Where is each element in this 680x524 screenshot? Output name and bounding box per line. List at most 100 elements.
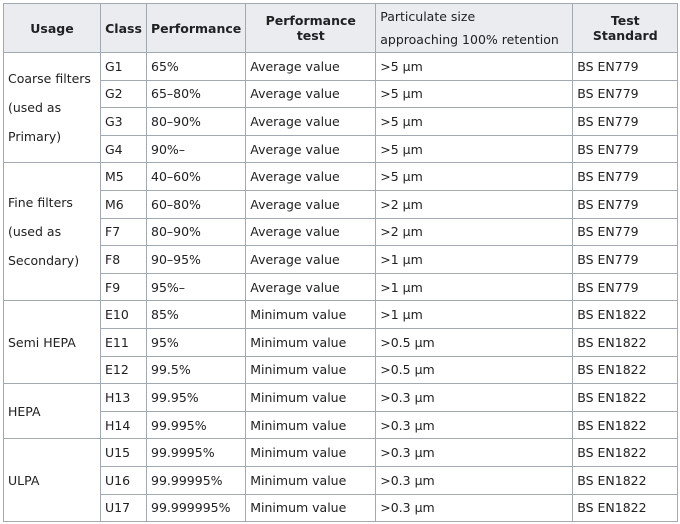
class-cell: M6 (100, 189, 147, 219)
performance-cell: 99.95% (145, 383, 247, 412)
performance-test-cell: Average value (245, 189, 377, 219)
test-standard-cell: BS EN1822 (572, 383, 679, 412)
test-standard-cell: BS EN1822 (572, 438, 679, 467)
table-row: ULPA U15 99.9995% Minimum value >0.3 μm BS EN… (3, 438, 679, 523)
usage-line: Secondary) (8, 253, 80, 269)
header-particulate-size: Particulate size approaching 100% retenti… (375, 3, 574, 53)
particulate-size-cell: >1 μm (375, 300, 574, 329)
test-standard-cell: BS EN1822 (572, 300, 679, 329)
class-cell: F8 (100, 245, 147, 274)
particulate-size-cell: >5 μm (375, 52, 574, 81)
performance-cell: 99.995% (145, 410, 247, 440)
performance-cell: 99.999995% (145, 493, 247, 523)
performance-test-cell: Average value (245, 245, 377, 274)
performance-cell: 99.99995% (145, 465, 247, 495)
performance-cell: 99.5% (145, 355, 247, 385)
usage-line: Semi HEPA (8, 334, 76, 350)
table-row: G2 65–80% Average value >5 μm BS EN779 (4, 79, 679, 109)
table-row: U17 99.999995% Minimum value >0.3 μm BS EN18… (4, 493, 679, 523)
usage-line: (used as (8, 100, 62, 116)
performance-test-cell: Minimum value (245, 300, 377, 329)
test-standard-cell: BS EN779 (572, 189, 679, 219)
table-row: E11 95% Minimum value >0.5 μm BS EN1822 (4, 327, 679, 357)
performance-cell: 95% (145, 327, 247, 357)
performance-cell: 90–95% (145, 245, 247, 274)
test-standard-cell: BS EN779 (572, 217, 679, 247)
usage-cell: Semi HEPA (3, 300, 101, 385)
performance-test-cell: Minimum value (245, 438, 377, 467)
performance-cell: 90%– (145, 134, 247, 164)
performance-test-cell: Minimum value (245, 410, 377, 440)
table-header-row: Usage Class Performance Performance test… (3, 3, 679, 53)
test-standard-cell: BS EN779 (572, 245, 679, 274)
table-row: Semi HEPA E10 85% Minimum value >1 μm BS EN18… (3, 300, 679, 385)
table-row: G4 90%– Average value >5 μm BS EN779 (4, 134, 679, 164)
class-cell: G4 (100, 134, 147, 164)
class-cell: H14 (100, 410, 147, 440)
test-standard-cell: BS EN779 (572, 162, 679, 191)
test-standard-cell: BS EN779 (572, 52, 679, 81)
particulate-size-cell: >1 μm (375, 272, 574, 302)
usage-cell: ULPA (3, 438, 101, 523)
test-standard-cell: BS EN779 (572, 79, 679, 109)
test-standard-cell: BS EN1822 (572, 327, 679, 357)
header-class: Class (100, 3, 147, 53)
particulate-size-cell: >0.3 μm (375, 438, 574, 467)
performance-test-cell: Average value (245, 79, 377, 109)
performance-test-cell: Minimum value (245, 327, 377, 357)
class-cell: G2 (100, 79, 147, 109)
test-standard-cell: BS EN1822 (572, 493, 679, 523)
usage-line: (used as (8, 224, 62, 240)
table-row: F9 95%– Average value >1 μm BS EN779 (4, 272, 679, 302)
performance-cell: 85% (145, 300, 247, 329)
test-standard-cell: BS EN1822 (572, 355, 679, 385)
particulate-size-cell: >1 μm (375, 245, 574, 274)
table-row: M6 60–80% Average value >2 μm BS EN779 (4, 189, 679, 219)
particulate-size-cell: >0.5 μm (375, 327, 574, 357)
usage-cell: Fine filters (used as Secondary) (3, 162, 101, 302)
particulate-size-cell: >0.3 μm (375, 383, 574, 412)
particulate-size-cell: >0.3 μm (375, 410, 574, 440)
class-cell: G1 (100, 52, 147, 81)
particulate-size-cell: >5 μm (375, 134, 574, 164)
table-row: Coarse filters (used as Primary) G1 65% Avera… (3, 51, 679, 164)
class-cell: G3 (100, 107, 147, 136)
performance-test-cell: Minimum value (245, 465, 377, 495)
table-row: E12 99.5% Minimum value >0.5 μm BS EN1822 (4, 355, 679, 385)
header-test-standard: Test Standard (572, 3, 679, 53)
usage-cell: HEPA (3, 383, 101, 440)
table-row: G3 80–90% Average value >5 μm BS EN779 (4, 107, 679, 136)
test-standard-cell: BS EN1822 (572, 465, 679, 495)
particulate-size-cell: >0.3 μm (375, 465, 574, 495)
usage-line: HEPA (8, 403, 41, 419)
particulate-size-cell: >5 μm (375, 79, 574, 109)
table-row: F8 90–95% Average value >1 μm BS EN779 (4, 245, 679, 274)
class-cell: U15 (100, 438, 147, 467)
header-usage: Usage (3, 3, 101, 53)
class-cell: H13 (100, 383, 147, 412)
performance-test-cell: Average value (245, 134, 377, 164)
particulate-size-cell: >0.5 μm (375, 355, 574, 385)
usage-line: Fine filters (8, 195, 73, 211)
class-cell: M5 (100, 162, 147, 191)
usage-line: Primary) (8, 129, 62, 145)
performance-cell: 80–90% (145, 217, 247, 247)
particulate-size-cell: >5 μm (375, 162, 574, 191)
usage-line: Coarse filters (8, 71, 91, 87)
class-cell: E12 (100, 355, 147, 385)
table-row: U16 99.99995% Minimum value >0.3 μm BS EN182… (4, 465, 679, 495)
table-row: F7 80–90% Average value >2 μm BS EN779 (4, 217, 679, 247)
performance-cell: 65–80% (145, 79, 247, 109)
usage-cell: Coarse filters (used as Primary) (3, 51, 101, 164)
performance-test-cell: Average value (245, 272, 377, 302)
performance-cell: 65% (145, 52, 247, 81)
particulate-size-cell: >5 μm (375, 107, 574, 136)
particulate-size-cell: >2 μm (375, 189, 574, 219)
performance-cell: 95%– (145, 272, 247, 302)
performance-test-cell: Average value (245, 162, 377, 191)
class-cell: F9 (100, 272, 147, 302)
header-particulate-line1: Particulate size (380, 9, 476, 24)
performance-test-cell: Minimum value (245, 493, 377, 523)
filter-classes-table: Usage Class Performance Performance test… (3, 3, 679, 523)
particulate-size-cell: >0.3 μm (375, 493, 574, 523)
